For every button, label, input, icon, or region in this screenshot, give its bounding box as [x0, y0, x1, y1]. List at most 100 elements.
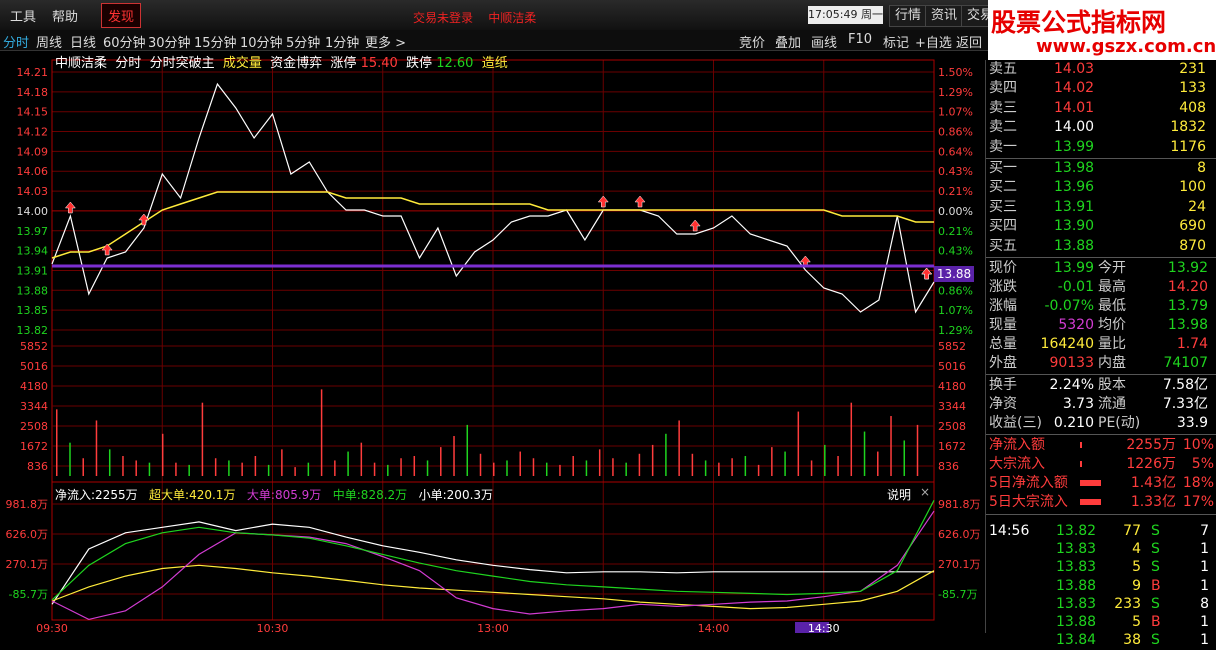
login-status[interactable]: 交易未登录	[413, 11, 473, 25]
divider	[986, 374, 1216, 375]
volume-bar	[797, 411, 800, 476]
chevron-right-icon: >	[395, 36, 407, 51]
mark-button[interactable]: 标记	[883, 32, 909, 51]
tick-count: 1	[1200, 614, 1209, 630]
stat-value: 33.9	[1176, 415, 1208, 431]
fund-indicator[interactable]: 资金博弈	[270, 56, 322, 71]
clock: 17:05:49 周一	[808, 6, 883, 24]
menu-help[interactable]: 帮助	[52, 6, 78, 25]
price-tick-label: 14.00	[17, 205, 49, 218]
flow-small: 小单:200.3万	[418, 488, 494, 502]
menu-tools[interactable]: 工具	[10, 6, 36, 25]
period-10min[interactable]: 10分钟	[240, 32, 283, 51]
volume-bar	[201, 402, 204, 476]
quote-label: 最低	[1098, 298, 1126, 314]
indicator-name[interactable]: 分时突破主	[150, 56, 215, 71]
vol-tick-label-right: 5016	[938, 360, 966, 373]
chart-header: 中顺洁柔 分时 分时突破主 成交量 资金博弈 涨停 15.40 跌停 12.60…	[55, 52, 508, 71]
volume-bar	[784, 451, 786, 476]
intraday-chart[interactable]: 14.21 1.50% 14.18 1.29% 14.15 1.07% 14.12 0.86%…	[0, 50, 988, 633]
volume-bar	[903, 440, 906, 476]
volume-bar	[373, 462, 376, 476]
tick-volume: 5	[1132, 559, 1141, 576]
period-60min[interactable]: 60分钟	[103, 32, 146, 51]
tick-time: 14:56	[989, 523, 1030, 539]
flow-tick-label-right: 270.1万	[938, 558, 981, 571]
volume-bar	[453, 436, 455, 476]
tick-price: 13.88	[1056, 614, 1097, 630]
bid-volume: 870	[1179, 237, 1206, 254]
tick-side: B	[1151, 577, 1161, 594]
period-more[interactable]: 更多 >	[365, 32, 406, 51]
volume-bar	[863, 431, 866, 476]
f10-button[interactable]: F10	[848, 32, 872, 47]
period-5min[interactable]: 5分钟	[286, 32, 320, 51]
pct-tick-label: 0.00%	[938, 205, 973, 218]
vol-tick-label-right: 4180	[938, 380, 966, 393]
price-tick-label: 13.85	[17, 304, 49, 317]
period-intraday[interactable]: 分时	[3, 32, 29, 51]
draw-line-button[interactable]: 画线	[811, 32, 837, 51]
volume-bar	[360, 442, 363, 476]
news-button[interactable]: 资讯	[925, 5, 964, 27]
quote-label: 今开	[1098, 260, 1126, 276]
pct-tick-label: 1.07%	[938, 106, 973, 119]
tick-price: 13.83	[1056, 559, 1097, 576]
tick-volume: 77	[1123, 523, 1141, 539]
volume-bar	[545, 462, 548, 476]
back-button[interactable]: 返回	[956, 32, 982, 51]
close-icon[interactable]: ×	[920, 485, 930, 499]
add-favorite-button[interactable]: +自选	[915, 32, 952, 51]
volume-bar	[731, 458, 733, 476]
quote-button[interactable]: 行情	[889, 5, 928, 27]
sector-name[interactable]: 造纸	[482, 56, 508, 71]
volume-bar	[466, 424, 469, 476]
tick-price: 13.88	[1056, 577, 1097, 594]
price-tick-label: 13.82	[17, 324, 49, 337]
volume-indicator[interactable]: 成交量	[223, 56, 262, 71]
divider	[986, 257, 1216, 258]
vol-tick-label-right: 3344	[938, 400, 966, 413]
period-daily[interactable]: 日线	[70, 32, 96, 51]
ask-volume: 133	[1179, 80, 1206, 97]
period-1min[interactable]: 1分钟	[325, 32, 359, 51]
tick-volume: 4	[1132, 541, 1141, 558]
ask-volume: 231	[1179, 61, 1206, 77]
tick-count: 1	[1200, 577, 1209, 594]
period-30min[interactable]: 30分钟	[148, 32, 191, 51]
price-tick-label: 14.15	[17, 106, 49, 119]
flow-pct: 17%	[1182, 494, 1214, 510]
flow-net: 净流入:2255万	[55, 488, 138, 502]
stat-value: 0.210	[1053, 415, 1094, 431]
flow-bar	[1080, 499, 1101, 505]
time-tick-label: 10:30	[257, 622, 289, 633]
volume-bar	[744, 456, 747, 476]
bid-label: 买三	[989, 198, 1017, 215]
volume-bar	[850, 402, 853, 476]
tick-price: 13.83	[1056, 595, 1097, 612]
tick-price: 13.83	[1056, 541, 1097, 558]
auction-button[interactable]: 竞价	[739, 32, 765, 51]
status-text: 交易未登录 中顺洁柔	[413, 9, 536, 26]
quote-label: 外盘	[989, 355, 1017, 371]
overlay-button[interactable]: 叠加	[775, 32, 801, 51]
mode-intraday[interactable]: 分时	[115, 56, 141, 71]
ask-price: 13.99	[1054, 138, 1095, 155]
limit-up-label: 涨停	[330, 56, 357, 71]
period-15min[interactable]: 15分钟	[194, 32, 237, 51]
price-tick-label: 14.09	[17, 145, 49, 158]
tick-side: S	[1151, 595, 1160, 612]
bid-label: 买五	[989, 237, 1017, 254]
volume-bar	[214, 458, 217, 476]
volume-bar	[135, 460, 137, 476]
menu-discover[interactable]: 发现	[101, 3, 142, 28]
volume-bar	[665, 433, 667, 476]
pct-tick-label: 1.29%	[938, 324, 973, 337]
volume-bar	[426, 460, 429, 476]
period-weekly[interactable]: 周线	[36, 32, 62, 51]
explain-button[interactable]: 说明	[887, 486, 911, 503]
time-tick-label: 09:30	[36, 622, 68, 633]
quote-value: 13.99	[1053, 260, 1094, 276]
price-tick-label: 14.21	[17, 66, 49, 79]
flow-value: 1.33亿	[1130, 494, 1176, 510]
